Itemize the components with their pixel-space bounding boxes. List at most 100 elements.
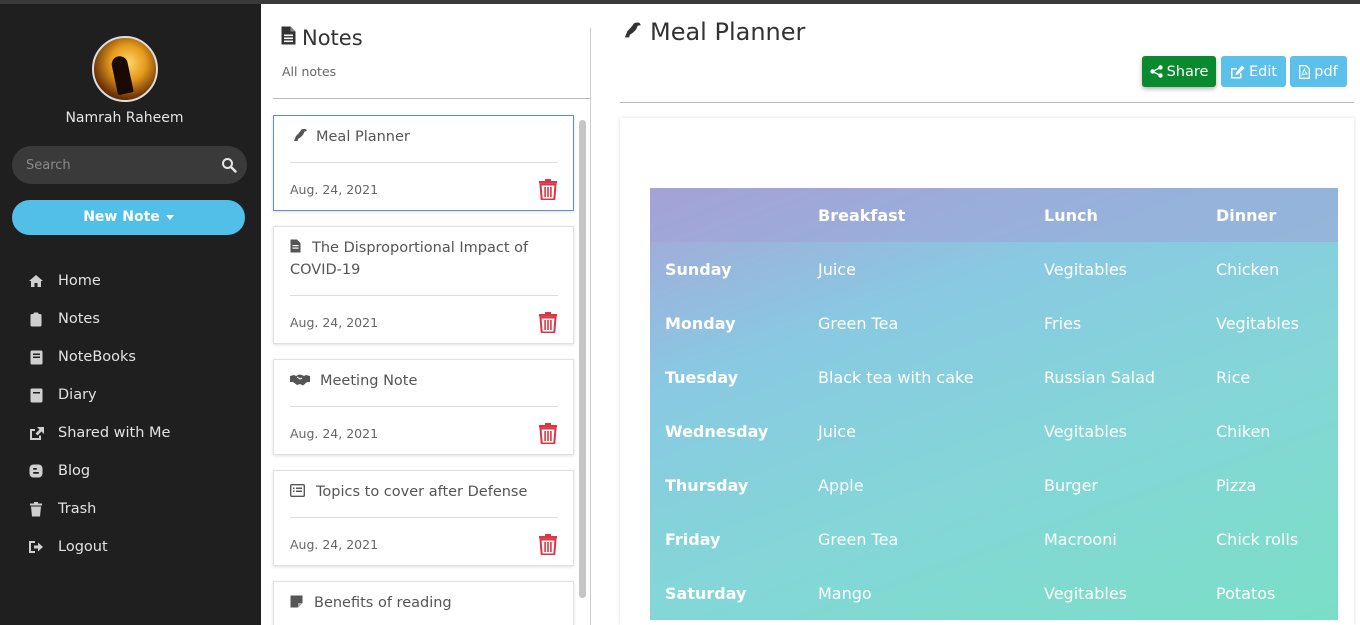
meal-table: Breakfast Lunch Dinner Sunday Juice Vegi… bbox=[650, 188, 1338, 620]
divider bbox=[620, 102, 1354, 103]
diary-icon bbox=[26, 387, 46, 403]
note-title: Topics to cover after Defense bbox=[289, 481, 560, 503]
edit-icon bbox=[1230, 65, 1245, 79]
notes-scrollbar[interactable] bbox=[579, 120, 586, 598]
sidebar-item-shared-with-me[interactable]: Shared with Me bbox=[26, 414, 170, 452]
note-card[interactable]: Meal Planner Aug. 24, 2021 bbox=[273, 115, 574, 211]
card-divider bbox=[290, 162, 558, 163]
sidebar-item-label: Home bbox=[58, 273, 101, 289]
sidebar-item-label: Shared with Me bbox=[58, 425, 171, 441]
notes-heading: Notes bbox=[281, 26, 363, 50]
note-title: The Disproportional Impact of COVID-19 bbox=[290, 238, 529, 278]
home-icon bbox=[26, 273, 46, 289]
share-label: Share bbox=[1166, 63, 1209, 80]
pdf-button[interactable]: pdf bbox=[1290, 56, 1347, 87]
table-cell: Apple bbox=[818, 475, 864, 495]
avatar[interactable] bbox=[92, 36, 158, 102]
sidebar-item-diary[interactable]: Diary bbox=[26, 376, 170, 414]
sidebar-item-notebooks[interactable]: NoteBooks bbox=[26, 338, 170, 376]
note-card[interactable]: Benefits of reading bbox=[273, 581, 574, 625]
table-cell: Chiken bbox=[1216, 421, 1271, 441]
note-title: Benefits of reading bbox=[290, 592, 560, 614]
search-icon[interactable] bbox=[221, 157, 237, 173]
table-cell: Juice bbox=[818, 259, 856, 279]
logout-icon bbox=[26, 539, 46, 555]
sticky-note-icon bbox=[290, 593, 306, 608]
delete-trash-icon[interactable] bbox=[539, 423, 557, 444]
share-button[interactable]: Share bbox=[1142, 56, 1216, 87]
trash-icon bbox=[26, 501, 46, 517]
note-title: Meeting Note bbox=[290, 370, 560, 392]
delete-trash-icon[interactable] bbox=[539, 179, 557, 200]
table-row: Thursday Apple Burger Pizza bbox=[650, 458, 1338, 512]
card-divider bbox=[290, 295, 558, 296]
table-cell: Thursday bbox=[665, 475, 749, 495]
file-text-icon bbox=[281, 26, 296, 50]
sidebar-item-label: Logout bbox=[58, 539, 108, 555]
table-cell: Vegitables bbox=[1044, 259, 1128, 279]
table-cell: Vegitables bbox=[1044, 421, 1128, 441]
card-divider bbox=[290, 517, 558, 518]
table-cell: Pizza bbox=[1216, 475, 1257, 495]
username: Namrah Raheem bbox=[65, 110, 184, 126]
table-cell: Vegitables bbox=[1044, 583, 1128, 603]
sidebar-item-notes[interactable]: Notes bbox=[26, 300, 170, 338]
sidebar-item-home[interactable]: Home bbox=[26, 262, 170, 300]
divider bbox=[273, 98, 591, 99]
note-date: Aug. 24, 2021 bbox=[290, 426, 379, 441]
file-icon bbox=[290, 238, 304, 253]
sidebar-item-blog[interactable]: Blog bbox=[26, 452, 170, 490]
table-cell: Juice bbox=[818, 421, 856, 441]
new-note-button[interactable]: New Note bbox=[12, 200, 245, 235]
sidebar-item-label: Notes bbox=[58, 311, 100, 327]
table-row: Wednesday Juice Vegitables Chiken bbox=[650, 404, 1338, 458]
note-heading-title: Meal Planner bbox=[650, 18, 806, 46]
table-row: Saturday Mango Vegitables Potatos bbox=[650, 566, 1338, 620]
sidebar-item-label: NoteBooks bbox=[58, 349, 136, 365]
sidebar: Namrah Raheem New Note Home Notes NoteBo… bbox=[0, 4, 261, 625]
edit-button[interactable]: Edit bbox=[1221, 56, 1286, 87]
notes-subtitle: All notes bbox=[282, 64, 337, 79]
table-header-row: Breakfast Lunch Dinner bbox=[650, 188, 1338, 242]
table-cell: Burger bbox=[1044, 475, 1098, 495]
book-icon bbox=[26, 349, 46, 365]
file-pdf-icon bbox=[1299, 64, 1311, 79]
delete-trash-icon[interactable] bbox=[539, 312, 557, 333]
meal-table-container: Breakfast Lunch Dinner Sunday Juice Vegi… bbox=[650, 188, 1338, 620]
column-header: Dinner bbox=[1216, 205, 1277, 225]
handshake-icon bbox=[290, 371, 312, 386]
caret-down-icon bbox=[165, 214, 174, 220]
share-square-icon bbox=[26, 425, 46, 441]
note-card[interactable]: The Disproportional Impact of COVID-19 A… bbox=[273, 226, 574, 344]
note-heading: Meal Planner bbox=[620, 18, 805, 46]
table-cell: Tuesday bbox=[665, 367, 739, 387]
pdf-label: pdf bbox=[1314, 63, 1338, 80]
table-cell: Monday bbox=[665, 313, 736, 333]
table-cell: Vegitables bbox=[1216, 313, 1300, 333]
clipboard-icon bbox=[26, 311, 46, 327]
notes-title: Notes bbox=[302, 26, 363, 50]
column-header bbox=[650, 188, 818, 242]
table-cell: Chicken bbox=[1216, 259, 1280, 279]
table-cell: Macrooni bbox=[1044, 529, 1117, 549]
column-header: Breakfast bbox=[818, 205, 906, 225]
new-note-label: New Note bbox=[83, 209, 160, 225]
note-title: Meal Planner bbox=[290, 126, 560, 148]
sidebar-item-label: Diary bbox=[58, 387, 97, 403]
table-cell: Potatos bbox=[1216, 583, 1276, 603]
note-card[interactable]: Meeting Note Aug. 24, 2021 bbox=[273, 359, 574, 455]
table-cell: Green Tea bbox=[818, 313, 899, 333]
delete-trash-icon[interactable] bbox=[539, 534, 557, 555]
table-cell: Sunday bbox=[665, 259, 732, 279]
search-input[interactable] bbox=[12, 146, 212, 184]
note-date: Aug. 24, 2021 bbox=[290, 537, 379, 552]
column-header: Lunch bbox=[1044, 205, 1098, 225]
sidebar-item-logout[interactable]: Logout bbox=[26, 528, 170, 566]
sidebar-item-trash[interactable]: Trash bbox=[26, 490, 170, 528]
table-cell: Black tea with cake bbox=[818, 367, 974, 387]
table-cell: Rice bbox=[1216, 367, 1251, 387]
note-card[interactable]: Topics to cover after Defense Aug. 24, 2… bbox=[273, 470, 574, 566]
table-row: Tuesday Black tea with cake Russian Sala… bbox=[650, 350, 1338, 404]
dinosaur-icon bbox=[290, 127, 308, 141]
table-cell: Green Tea bbox=[818, 529, 899, 549]
